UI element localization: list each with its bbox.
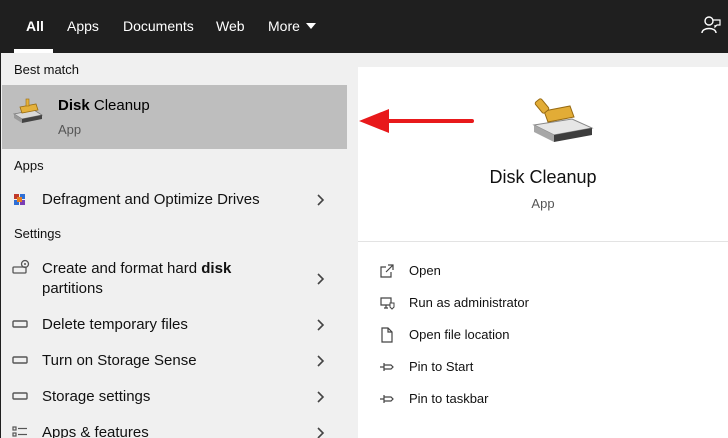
storage-icon <box>12 392 28 400</box>
tab-web-label: Web <box>216 18 245 34</box>
settings-heading: Settings <box>14 226 61 241</box>
defrag-icon <box>14 194 25 205</box>
tab-apps[interactable]: Apps <box>67 0 99 53</box>
setting-result-label: Storage settings <box>42 388 151 405</box>
setting-label-line2: partitions <box>42 280 103 297</box>
divider <box>358 241 728 242</box>
setting-label-bold: disk <box>201 260 232 277</box>
open-icon <box>380 264 394 278</box>
best-match-result[interactable]: Disk Cleanup App <box>2 85 347 149</box>
pin-icon <box>380 395 394 403</box>
action-label: Open file location <box>409 327 510 342</box>
tab-all[interactable]: All <box>26 0 44 53</box>
tab-documents-label: Documents <box>123 18 194 34</box>
disk-management-icon <box>12 259 30 274</box>
apps-heading: Apps <box>14 158 44 173</box>
feedback-icon[interactable] <box>700 14 722 36</box>
storage-icon <box>12 356 28 364</box>
tab-web[interactable]: Web <box>216 0 245 53</box>
app-title: Disk Cleanup <box>489 167 597 187</box>
search-filter-bar: All Apps Documents Web More <box>0 0 728 53</box>
disk-cleanup-icon <box>532 98 594 142</box>
chevron-right-icon[interactable] <box>315 317 325 333</box>
setting-result-turn-on-storage-sense[interactable]: Turn on Storage Sense <box>2 349 347 373</box>
chevron-right-icon[interactable] <box>315 271 325 287</box>
chevron-right-icon[interactable] <box>315 192 325 208</box>
best-match-subtitle: App <box>58 122 82 137</box>
action-label: Pin to taskbar <box>409 391 489 406</box>
results-panel: Best match Disk Cleanup App Apps Defragm… <box>0 53 347 438</box>
annotation-arrow <box>359 109 474 133</box>
storage-icon <box>12 320 28 328</box>
best-match-title-bold: Disk <box>58 97 90 114</box>
setting-result-label: Create and format hard disk partitions <box>42 259 231 299</box>
shield-admin-icon <box>380 297 395 310</box>
app-type: App <box>531 196 555 211</box>
chevron-right-icon[interactable] <box>315 353 325 369</box>
disk-cleanup-icon <box>12 98 44 123</box>
chevron-down-icon <box>305 23 316 29</box>
action-label: Open <box>409 263 441 278</box>
app-result-defragment[interactable]: Defragment and Optimize Drives <box>2 188 347 212</box>
tab-apps-label: Apps <box>67 18 99 34</box>
chevron-right-icon[interactable] <box>315 425 325 438</box>
action-label: Pin to Start <box>409 359 474 374</box>
chevron-right-icon[interactable] <box>315 389 325 405</box>
action-label: Run as administrator <box>409 295 529 310</box>
setting-result-apps-features[interactable]: Apps & features <box>2 421 347 438</box>
pin-icon <box>380 363 394 371</box>
tab-all-label: All <box>26 18 44 34</box>
best-match-title: Disk Cleanup <box>58 97 150 114</box>
best-match-title-rest: Cleanup <box>89 97 150 114</box>
setting-result-label: Apps & features <box>42 424 149 438</box>
setting-result-label: Delete temporary files <box>42 316 188 333</box>
setting-result-label: Turn on Storage Sense <box>42 352 197 369</box>
app-result-label: Defragment and Optimize Drives <box>42 191 260 208</box>
setting-result-storage-settings[interactable]: Storage settings <box>2 385 347 409</box>
tab-more[interactable]: More <box>268 0 316 53</box>
file-location-icon <box>381 327 393 343</box>
best-match-heading: Best match <box>14 62 80 77</box>
apps-features-icon <box>12 426 27 437</box>
setting-result-delete-temporary-files[interactable]: Delete temporary files <box>2 313 347 337</box>
setting-result-create-format-partitions[interactable]: Create and format hard disk partitions <box>2 257 347 301</box>
tab-more-label: More <box>268 18 300 34</box>
setting-label-part: Create and format hard <box>42 260 202 277</box>
tab-documents[interactable]: Documents <box>123 0 194 53</box>
